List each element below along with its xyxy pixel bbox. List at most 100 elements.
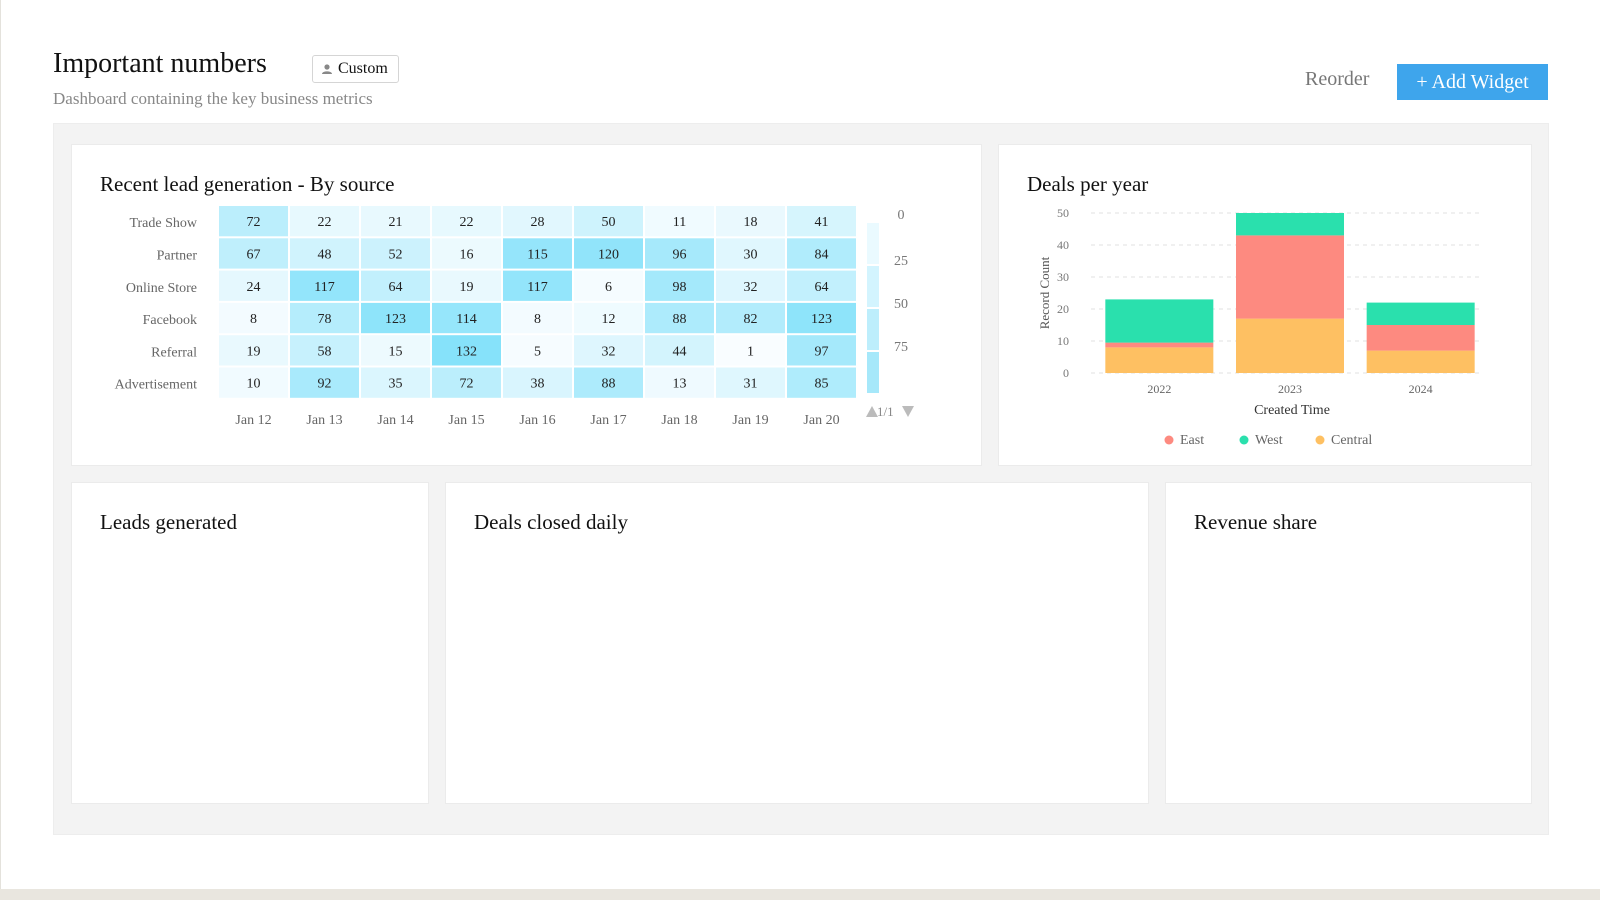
heatmap-cell-value: 22 — [318, 215, 332, 230]
legend-dot-east — [1164, 435, 1174, 445]
y-tick-label: 50 — [1057, 206, 1069, 220]
x-tick-label: 2024 — [1409, 382, 1433, 396]
legend-label: West — [1255, 433, 1283, 448]
y-tick-label: 0 — [1063, 366, 1069, 380]
y-axis-label: Record Count — [1037, 256, 1052, 329]
heatmap-cell-value: 84 — [815, 247, 829, 262]
heatmap-cell-value: 85 — [815, 377, 829, 392]
heatmap-cell-value: 8 — [534, 312, 541, 327]
page-subtitle: Dashboard containing the key business me… — [53, 89, 373, 108]
bar-segment-west — [1105, 299, 1214, 343]
leads-generated-chart — [72, 483, 430, 805]
heatmap-cell-value: 35 — [389, 377, 403, 392]
heatmap-cell-value: 114 — [456, 312, 476, 327]
heatmap-cell-value: 18 — [744, 215, 758, 230]
heatmap-column-label: Jan 20 — [803, 413, 839, 428]
widget-deals-closed-daily: Deals closed daily — [445, 482, 1149, 804]
heatmap-column-label: Jan 13 — [306, 413, 342, 428]
bar-segment-central — [1366, 350, 1475, 373]
heatmap-row-label: Partner — [157, 248, 198, 263]
y-tick-label: 40 — [1057, 238, 1069, 252]
heatmap-cell-value: 92 — [318, 377, 332, 392]
deals-closed-daily-chart — [446, 483, 1150, 805]
heatmap-cell-value: 38 — [531, 377, 545, 392]
heatmap-row-label: Trade Show — [129, 216, 197, 231]
heatmap-cell-value: 12 — [602, 312, 616, 327]
deals-per-year-chart: 0 10 20 30 40 50 Record Count 2022 2023 2024 Creat… — [1037, 206, 1483, 448]
heatmap-cell-value: 13 — [673, 377, 687, 392]
heatmap-cell-value: 123 — [385, 312, 406, 327]
x-tick-label: 2023 — [1278, 382, 1302, 396]
heatmap-cell-value: 21 — [389, 215, 403, 230]
heatmap-cell-value: 22 — [460, 215, 474, 230]
heatmap-cell-value: 67 — [247, 247, 261, 262]
heatmap-legend-swatch — [867, 352, 879, 393]
heatmap-column-label: Jan 17 — [590, 413, 626, 428]
heatmap-cell-value: 44 — [673, 344, 687, 359]
reorder-button[interactable]: Reorder — [1305, 68, 1369, 91]
heatmap-cell-value: 132 — [456, 344, 477, 359]
heatmap-cell-value: 31 — [744, 377, 758, 392]
heatmap-cell-value: 19 — [460, 280, 474, 295]
heatmap-cell-value: 98 — [673, 280, 687, 295]
heatmap-legend-swatch — [867, 266, 879, 307]
heatmap-cell-value: 88 — [673, 312, 687, 327]
heatmap-cell-value: 78 — [318, 312, 332, 327]
heatmap-legend-tick: 75 — [894, 340, 908, 355]
heatmap-cell-value: 117 — [314, 280, 334, 295]
heatmap-cell-value: 1 — [747, 344, 754, 359]
heatmap-column-label: Jan 19 — [732, 413, 768, 428]
heatmap-cell-value: 72 — [247, 215, 261, 230]
bar-segment-central — [1236, 318, 1344, 373]
heatmap-row-label: Facebook — [143, 313, 197, 328]
page-down-icon[interactable] — [902, 406, 914, 417]
bar-segment-east — [1236, 235, 1344, 319]
heatmap-column-label: Jan 14 — [377, 413, 413, 428]
heatmap-row-label: Referral — [151, 345, 197, 360]
add-widget-button[interactable]: + Add Widget — [1397, 64, 1548, 100]
heatmap-cell-value: 8 — [250, 312, 257, 327]
legend-dot-central — [1315, 435, 1325, 445]
heatmap-legend-tick: 50 — [894, 297, 908, 312]
heatmap-cell-value: 32 — [602, 344, 616, 359]
heatmap-cell-value: 72 — [460, 377, 474, 392]
heatmap-cell-value: 10 — [247, 377, 261, 392]
heatmap-cell-value: 41 — [815, 215, 829, 230]
heatmap-chart: Trade Show 72 22 21 22 28 50 11 18 41Partner 67 48 5… — [115, 206, 914, 428]
heatmap-legend-swatch — [867, 309, 879, 350]
dashboard-page: Important numbers Custom Dashboard conta… — [0, 0, 1600, 889]
heatmap-cell-value: 28 — [531, 215, 545, 230]
heatmap-legend-tick: 25 — [894, 254, 908, 269]
y-tick-label: 20 — [1057, 302, 1069, 316]
bar-segment-west — [1366, 302, 1475, 325]
heatmap-legend-swatch — [867, 223, 879, 264]
user-icon — [322, 64, 332, 74]
heatmap-column-label: Jan 12 — [235, 413, 271, 428]
heatmap-cell-value: 30 — [744, 247, 758, 262]
heatmap-cell-value: 120 — [598, 247, 619, 262]
heatmap-cell-value: 97 — [815, 344, 829, 359]
heatmap-legend-tick: 0 — [898, 208, 905, 223]
heatmap-cell-value: 32 — [744, 280, 758, 295]
heatmap-cell-value: 88 — [602, 377, 616, 392]
legend-label: Central — [1331, 433, 1372, 448]
x-axis-label: Created Time — [1254, 403, 1330, 418]
custom-badge-label: Custom — [338, 60, 388, 77]
y-tick-label: 10 — [1057, 334, 1069, 348]
heatmap-column-label: Jan 16 — [519, 413, 555, 428]
heatmap-column-label: Jan 15 — [448, 413, 484, 428]
heatmap-cell-value: 16 — [460, 247, 474, 262]
heatmap-cell-value: 96 — [673, 247, 687, 262]
widget-deals-per-year: Deals per year 0 10 20 30 40 50 Record Count 20… — [998, 144, 1532, 466]
widget-revenue-share: Revenue share — [1165, 482, 1532, 804]
heatmap-cell-value: 64 — [815, 280, 829, 295]
heatmap-cell-value: 15 — [389, 344, 403, 359]
heatmap-column-label: Jan 18 — [661, 413, 697, 428]
heatmap-cell-value: 82 — [744, 312, 758, 327]
widget-lead-generation: Recent lead generation - By source Trade… — [71, 144, 982, 466]
heatmap-cell-value: 115 — [527, 247, 547, 262]
custom-badge[interactable]: Custom — [312, 55, 399, 83]
heatmap-cell-value: 64 — [389, 280, 403, 295]
heatmap-cell-value: 5 — [534, 344, 541, 359]
bar-segment-central — [1105, 347, 1214, 373]
